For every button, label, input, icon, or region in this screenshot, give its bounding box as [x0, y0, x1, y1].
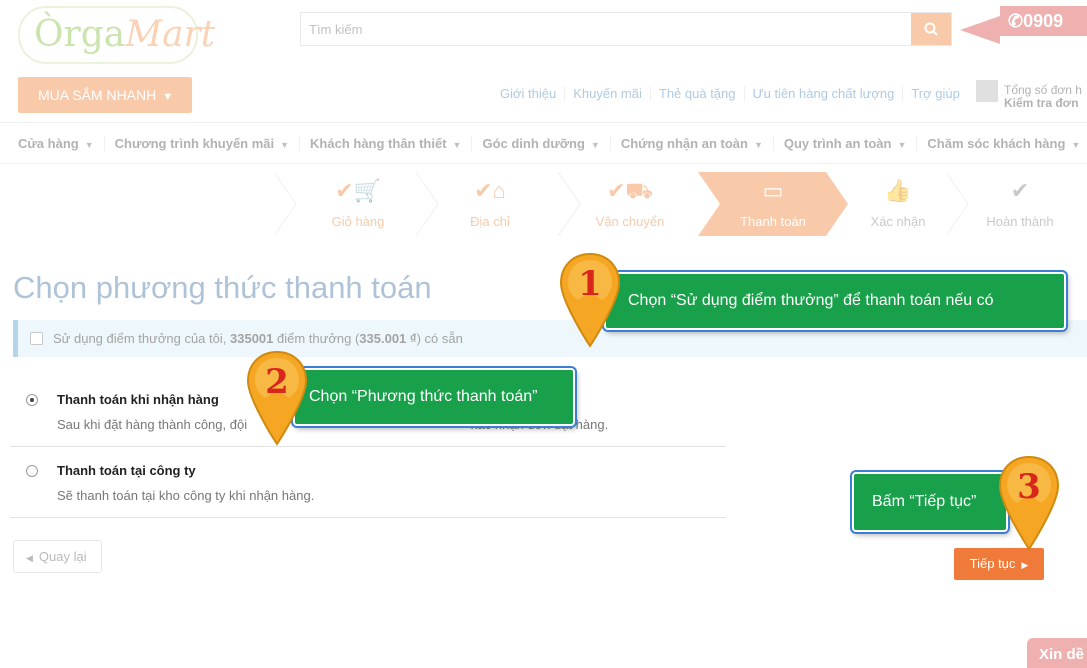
nav-item[interactable]: Chứng nhận an toàn ▼ [609, 135, 773, 151]
step-marker-1: 1 [558, 252, 622, 348]
phone-hotline[interactable]: ✆0909 [1000, 6, 1087, 36]
caret-down-icon: ▼ [897, 139, 907, 150]
order-summary[interactable]: Tổng số đơn h Kiểm tra đơn [976, 80, 1087, 110]
search-box [300, 12, 952, 46]
radio-button[interactable] [26, 394, 38, 406]
payment-method-desc: Sẽ thanh toán tại kho công ty khi nhận h… [57, 488, 315, 503]
top-link[interactable]: Thẻ quà tặng [649, 86, 744, 101]
callout-reward-points: Chọn “Sử dụng điểm thưởng” để thanh toán… [604, 272, 1066, 330]
step-address[interactable]: ✔⌂ Địa chỉ [430, 172, 550, 236]
caret-down-icon: ▼ [590, 139, 600, 150]
nav-item[interactable]: Khách hàng thân thiết ▼ [299, 135, 471, 151]
caret-left-icon: ◀ [26, 553, 33, 563]
step-payment: ▭ Thanh toán [720, 172, 826, 236]
caret-down-icon: ▼ [84, 139, 94, 150]
payment-method-company[interactable]: Thanh toán tại công ty Sẽ thanh toán tại… [10, 447, 726, 518]
step-confirm: 👍 Xác nhận [854, 172, 942, 236]
nav-item[interactable]: Chương trình khuyến mãi ▼ [103, 135, 299, 151]
search-input[interactable] [301, 13, 901, 45]
nav-item[interactable]: Quy trình an toàn ▼ [772, 135, 917, 151]
thumbs-up-icon: 👍 [884, 178, 912, 203]
nav-item[interactable]: Góc dinh dưỡng ▼ [471, 135, 609, 151]
step-shipping[interactable]: ✔⛟ Vận chuyển [566, 172, 694, 236]
top-link[interactable]: Trợ giúp [902, 86, 968, 101]
step-cart[interactable]: ✔🛒 Giỏ hàng [290, 172, 426, 236]
step-marker-2: 2 [245, 350, 309, 446]
caret-right-icon: ▶ [1021, 560, 1029, 570]
top-link[interactable]: Ưu tiên hàng chất lượng [743, 86, 903, 101]
chat-widget[interactable]: Xin dề [1027, 638, 1087, 668]
search-icon [924, 22, 938, 36]
phone-ribbon-tail [960, 16, 1000, 44]
box-icon [976, 80, 998, 102]
phone-icon: ✆ [1008, 11, 1024, 31]
caret-down-icon: ▼ [280, 139, 290, 150]
logo-text: ÒrgaMart [34, 14, 216, 55]
step-complete: ✔ Hoàn thành [970, 172, 1070, 236]
chevron-down-icon: ▼ [162, 91, 174, 103]
caret-down-icon: ▼ [1071, 139, 1081, 150]
caret-down-icon: ▼ [753, 139, 763, 150]
payment-method-title: Thanh toán tại công ty [57, 463, 196, 478]
nav-item[interactable]: Chăm sóc khách hàng ▼ [916, 135, 1087, 151]
home-icon: ✔⌂ [474, 178, 506, 203]
nav-item[interactable]: Cửa hàng ▼ [8, 136, 104, 151]
top-links: Giới thiệu Khuyến mãi Thẻ quà tặng Ưu ti… [492, 86, 968, 101]
cart-icon: ✔🛒 [335, 178, 381, 203]
radio-button[interactable] [26, 465, 38, 477]
page-title: Chọn phương thức thanh toán [13, 270, 432, 305]
continue-button[interactable]: Tiếp tục ▶ [954, 548, 1044, 580]
step-marker-3: 3 [997, 455, 1061, 551]
search-button[interactable] [911, 13, 951, 45]
quick-shop-button[interactable]: MUA SẮM NHANH ▼ [18, 77, 192, 113]
main-nav: Cửa hàng ▼ Chương trình khuyến mãi ▼ Khách… [0, 122, 1087, 164]
credit-card-icon: ▭ [762, 178, 784, 203]
reward-points-text: Sử dụng điểm thưởng của tôi, 335001 điểm… [53, 331, 463, 346]
callout-payment-method: Chọn “Phương thức thanh toán” [293, 368, 575, 426]
checkout-steps: ✔🛒 Giỏ hàng ✔⌂ Địa chỉ ✔⛟ Vận chuyển ▭ T… [270, 172, 1087, 236]
logo[interactable]: ÒrgaMart [18, 6, 215, 64]
truck-icon: ✔⛟ [606, 178, 654, 203]
check-circle-icon: ✔ [1010, 178, 1030, 203]
top-link[interactable]: Giới thiệu [492, 86, 564, 101]
callout-continue: Bấm “Tiếp tục” [852, 472, 1008, 532]
top-link[interactable]: Khuyến mãi [564, 86, 650, 101]
back-button[interactable]: ◀ Quay lại [13, 540, 102, 573]
reward-points-checkbox[interactable] [30, 332, 43, 345]
caret-down-icon: ▼ [452, 139, 462, 150]
